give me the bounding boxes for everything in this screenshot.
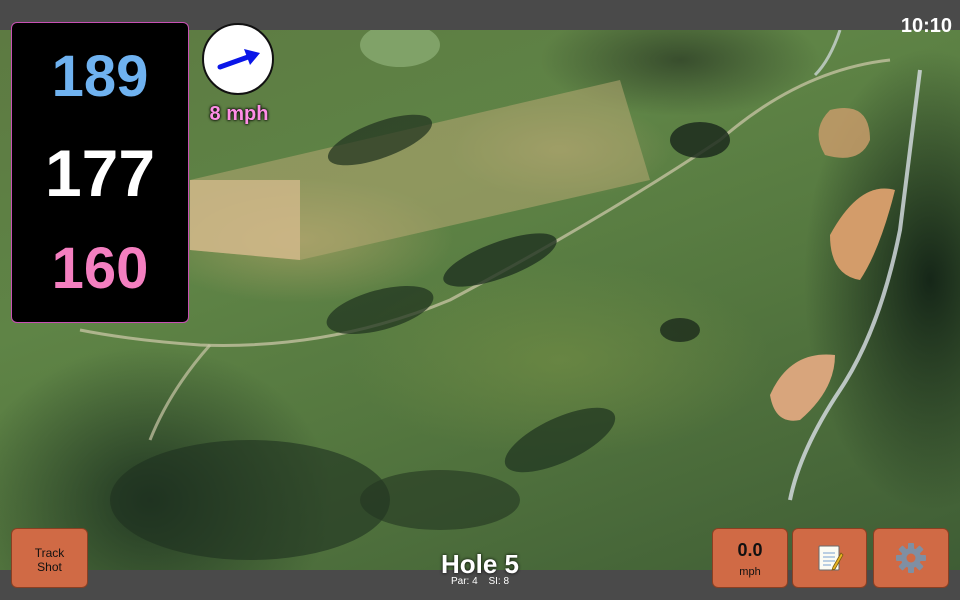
back-distance: 189	[51, 44, 149, 109]
speed-button[interactable]: 0.0 mph	[712, 528, 788, 588]
wind-speed: 8 mph	[209, 103, 269, 125]
notes-button[interactable]	[792, 528, 867, 588]
speed-unit: mph	[739, 566, 761, 578]
wind-indicator	[202, 23, 274, 95]
hole-info: Par: 4 SI: 8	[380, 576, 580, 587]
track-shot-button[interactable]: Track Shot	[11, 528, 88, 588]
tree-cluster	[443, 233, 557, 287]
notepad-icon	[818, 545, 843, 571]
clock: 10:10	[900, 15, 952, 37]
front-distance: 160	[51, 236, 149, 301]
distance-panel: 189 177 160	[11, 22, 189, 323]
tree-cluster	[110, 440, 390, 560]
bunker	[830, 188, 895, 280]
tree-cluster	[660, 318, 700, 342]
par-label: Par: 4	[450, 576, 478, 587]
tree-cluster	[504, 407, 616, 473]
wind-direction-arrow-icon	[217, 49, 260, 70]
tee-box	[190, 180, 300, 260]
green-area	[360, 30, 440, 67]
bunker	[818, 108, 870, 158]
middle-distance: 177	[44, 136, 156, 210]
cart-path	[813, 30, 842, 77]
speed-value: 0.0	[737, 540, 763, 560]
tree-cluster	[670, 122, 730, 158]
track-shot-label-line1: Track	[34, 546, 65, 560]
stroke-index-label: SI: 8	[488, 576, 510, 587]
tree-cluster	[360, 470, 520, 530]
track-shot-label: Track Shot	[12, 546, 87, 574]
settings-button[interactable]	[873, 528, 949, 588]
cart-path	[148, 344, 212, 441]
gear-icon	[896, 543, 926, 573]
track-shot-label-line2: Shot	[37, 560, 62, 574]
